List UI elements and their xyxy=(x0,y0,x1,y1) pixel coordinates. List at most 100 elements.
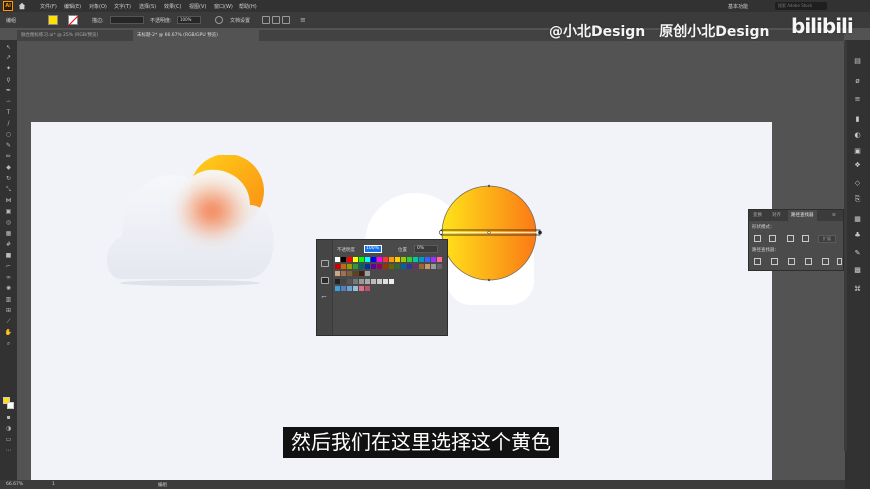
draw-mode-icon[interactable]: ◑ xyxy=(4,426,13,432)
swatch-cell[interactable] xyxy=(335,264,340,269)
swatch-cell[interactable] xyxy=(359,264,364,269)
swatch-cell[interactable] xyxy=(389,264,394,269)
divide-icon[interactable] xyxy=(754,258,761,265)
minus-back-icon[interactable] xyxy=(837,258,842,265)
tab-doc-2[interactable]: 未标题-2* @ 66.67% (RGB/GPU 预览) xyxy=(133,30,259,41)
swatch-cell[interactable] xyxy=(407,257,412,262)
swatch-cell[interactable] xyxy=(419,264,424,269)
swatch-cell[interactable] xyxy=(341,279,346,284)
swatch-cell[interactable] xyxy=(335,271,340,276)
type-tool-icon[interactable]: T xyxy=(4,110,13,116)
workspace-switcher[interactable]: 基本功能 xyxy=(728,3,748,10)
eyedropper-tool-icon[interactable]: ⌐ xyxy=(4,264,13,270)
swatch-cell[interactable] xyxy=(437,257,442,262)
rotate-tool-icon[interactable]: ↻ xyxy=(4,176,13,182)
unite-icon[interactable] xyxy=(754,235,761,242)
slice-tool-icon[interactable]: ⟋ xyxy=(4,319,13,325)
align-left-icon[interactable] xyxy=(262,16,270,24)
gradient-tool-icon[interactable]: ■ xyxy=(4,253,13,259)
lasso-tool-icon[interactable]: ϙ xyxy=(4,77,13,83)
swatch-cell[interactable] xyxy=(341,271,346,276)
stroke-weight-field[interactable] xyxy=(110,16,144,24)
stroke-color-box[interactable] xyxy=(7,402,14,409)
swatch-cell[interactable] xyxy=(347,286,352,291)
swatch-cell[interactable] xyxy=(383,264,388,269)
swatch-cell[interactable] xyxy=(413,257,418,262)
curvature-tool-icon[interactable]: ∽ xyxy=(4,99,13,105)
zoom-tool-icon[interactable]: ⌕ xyxy=(4,341,13,347)
crop-icon[interactable] xyxy=(805,258,812,265)
menu-view[interactable]: 视图(V) xyxy=(189,3,206,10)
magic-wand-icon[interactable]: ✦ xyxy=(4,66,13,72)
swatch-cell[interactable] xyxy=(353,279,358,284)
swatch-cell[interactable] xyxy=(377,257,382,262)
swatch-cell[interactable] xyxy=(347,264,352,269)
swatch-cell[interactable] xyxy=(359,271,364,276)
swatch-cell[interactable] xyxy=(341,264,346,269)
more-tools-icon[interactable]: ⋯ xyxy=(4,448,13,454)
symbol-sprayer-icon[interactable]: ✺ xyxy=(4,286,13,292)
swatch-cell[interactable] xyxy=(359,279,364,284)
appearance-icon[interactable]: ▣ xyxy=(854,148,861,155)
menu-icon[interactable]: ≡ xyxy=(300,16,308,24)
swatch-cell[interactable] xyxy=(365,279,370,284)
recolor-icon[interactable] xyxy=(215,16,223,24)
symbols-icon[interactable]: ♣ xyxy=(854,232,861,239)
brushes-icon[interactable]: ✎ xyxy=(854,250,861,257)
blend-tool-icon[interactable]: ∞ xyxy=(4,275,13,281)
swatches-icon[interactable]: ▩ xyxy=(854,267,861,274)
align-right-icon[interactable] xyxy=(282,16,290,24)
hand-tool-icon[interactable]: ✋ xyxy=(4,330,13,336)
paintbrush-tool-icon[interactable]: ✎ xyxy=(4,143,13,149)
swatch-cell[interactable] xyxy=(419,257,424,262)
opacity-field[interactable]: 100% xyxy=(177,16,201,24)
menu-select[interactable]: 选择(S) xyxy=(139,3,156,10)
swatch-cell[interactable] xyxy=(359,257,364,262)
selected-sun-circle[interactable] xyxy=(436,182,546,286)
stroke-swatch[interactable] xyxy=(68,15,78,25)
graph-tool-icon[interactable]: ▥ xyxy=(4,297,13,303)
links-icon[interactable]: ⌘ xyxy=(854,286,861,293)
align-center-icon[interactable] xyxy=(272,16,280,24)
swatch-cell[interactable] xyxy=(425,257,430,262)
swatch-cell[interactable] xyxy=(431,257,436,262)
eraser-tool-icon[interactable]: ◆ xyxy=(4,165,13,171)
menu-type[interactable]: 文字(T) xyxy=(114,3,131,10)
merge-icon[interactable] xyxy=(788,258,795,265)
gradient-swatch-mode-icon[interactable] xyxy=(321,277,329,284)
menu-help[interactable]: 帮助(H) xyxy=(239,3,257,10)
artboards-icon[interactable]: ▦ xyxy=(854,216,861,223)
swatch-cell[interactable] xyxy=(353,271,358,276)
swatch-cell[interactable] xyxy=(401,264,406,269)
doc-setup-label[interactable]: 文档设置 xyxy=(230,17,250,24)
menu-window[interactable]: 窗口(W) xyxy=(214,3,233,10)
swatch-cell[interactable] xyxy=(347,279,352,284)
selection-tool-icon[interactable]: ↖ xyxy=(4,45,13,51)
swatch-cell[interactable] xyxy=(365,257,370,262)
swatch-cell[interactable] xyxy=(353,264,358,269)
color-guide-icon[interactable]: ø xyxy=(854,78,861,85)
swatch-cell[interactable] xyxy=(365,286,370,291)
swatch-cell[interactable] xyxy=(377,264,382,269)
weather-icon-artwork[interactable] xyxy=(100,155,280,295)
vertical-scrollbar[interactable] xyxy=(844,41,847,451)
menu-object[interactable]: 对象(O) xyxy=(89,3,107,10)
swatch-cell[interactable] xyxy=(383,257,388,262)
swatch-cell[interactable] xyxy=(353,257,358,262)
swatch-cell[interactable] xyxy=(395,264,400,269)
direct-selection-tool-icon[interactable]: ↗ xyxy=(4,55,13,61)
swatch-cell[interactable] xyxy=(413,264,418,269)
menu-file[interactable]: 文件(F) xyxy=(40,3,57,10)
swatch-cell[interactable] xyxy=(431,264,436,269)
menu-effect[interactable]: 效果(C) xyxy=(164,3,181,10)
location-select[interactable]: 0% xyxy=(414,245,438,253)
properties-icon[interactable]: ▤ xyxy=(854,58,861,65)
trim-icon[interactable] xyxy=(771,258,778,265)
swatch-cell[interactable] xyxy=(407,264,412,269)
swatch-cell[interactable] xyxy=(347,271,352,276)
swatch-cell[interactable] xyxy=(389,279,394,284)
eyedropper-icon[interactable]: ⌐ xyxy=(321,294,329,301)
swatch-cell[interactable] xyxy=(383,279,388,284)
transparency-icon[interactable]: ◐ xyxy=(854,132,861,139)
stock-search-input[interactable]: 搜索 Adobe Stock xyxy=(775,2,827,10)
